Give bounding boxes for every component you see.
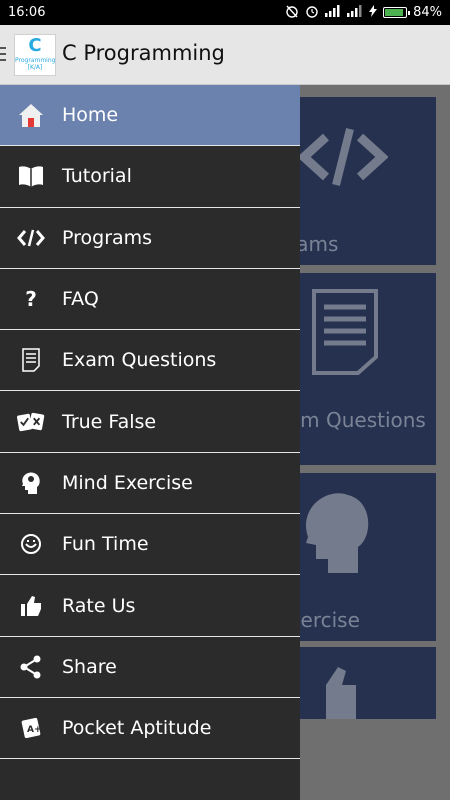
drawer-item-label: Share: [62, 655, 117, 678]
app-bar: C Programming [K/A] C Programming: [0, 25, 450, 85]
tile-label: Programs: [296, 232, 339, 256]
logo-caption-2: [K/A]: [27, 64, 43, 71]
drawer-item-label: Programs: [62, 226, 153, 249]
brain-tile-icon: [298, 487, 373, 581]
logo-caption: Programming: [15, 57, 56, 64]
document-tile-icon: [310, 287, 380, 381]
drawer-item-label: Rate Us: [62, 594, 136, 617]
drawer-item-exam-questions[interactable]: Exam Questions: [0, 330, 300, 392]
menu-icon[interactable]: [0, 47, 6, 65]
status-bar: 16:06 84%: [0, 0, 450, 25]
share-icon: [17, 653, 45, 681]
logo-letter: C: [28, 35, 42, 56]
drawer-item-label: Fun Time: [62, 533, 149, 556]
code-tile-icon: [297, 117, 389, 201]
tile-exam-questions[interactable]: University Exam Questions: [296, 273, 436, 465]
drawer-item-faq[interactable]: ? FAQ: [0, 269, 300, 331]
charging-icon: [369, 4, 378, 21]
code-icon: [17, 224, 45, 252]
tile-label: Mind Exercise: [296, 608, 360, 632]
alarm-clock-icon: [305, 4, 319, 22]
tile-mind-exercise[interactable]: Mind Exercise: [296, 473, 436, 641]
brain-icon: [17, 469, 45, 497]
signal-icon: [325, 4, 341, 21]
tile-rate-us[interactable]: [296, 647, 436, 719]
drawer-item-home[interactable]: Home: [0, 85, 300, 147]
drawer-item-pocket-aptitude[interactable]: A+ Pocket Aptitude: [0, 698, 300, 760]
drawer-item-label: FAQ: [62, 288, 99, 311]
app-title: C Programming: [62, 41, 225, 65]
home-icon: [17, 101, 45, 129]
status-time: 16:06: [8, 5, 46, 20]
battery-percent: 84%: [413, 5, 442, 20]
battery-icon: [383, 7, 411, 18]
drawer-item-label: Pocket Aptitude: [62, 717, 212, 740]
tile-programs[interactable]: Programs: [296, 97, 436, 265]
alarm-off-icon: [285, 4, 299, 22]
drawer-item-label: Exam Questions: [62, 349, 217, 372]
tile-label: University Exam Questions: [296, 408, 426, 432]
drawer-item-label: True False: [62, 410, 157, 433]
drawer-item-programs[interactable]: Programs: [0, 208, 300, 269]
drawer-item-label: Mind Exercise: [62, 471, 193, 494]
status-icons: 84%: [285, 4, 442, 22]
book-icon: [17, 162, 45, 190]
document-icon: [17, 346, 45, 374]
drawer-item-label: Home: [62, 104, 119, 127]
thumbs-up-tile-icon: [306, 667, 356, 719]
signal-icon-2: [347, 4, 363, 21]
drawer-item-label: Tutorial: [62, 165, 132, 188]
question-icon: ?: [25, 287, 37, 312]
drawer-item-mind-exercise[interactable]: Mind Exercise: [0, 453, 300, 515]
thumbs-up-icon: [17, 592, 45, 620]
navigation-drawer: Home Tutorial Programs ? FAQ Exam Questi…: [0, 85, 300, 800]
true-false-icon: [17, 408, 45, 436]
drawer-item-true-false[interactable]: True False: [0, 391, 300, 453]
svg-text:A+: A+: [27, 725, 42, 735]
app-logo: C Programming [K/A]: [14, 34, 56, 76]
drawer-item-fun-time[interactable]: Fun Time: [0, 514, 300, 576]
drawer-item-share[interactable]: Share: [0, 637, 300, 698]
smiley-icon: [17, 530, 45, 558]
aptitude-icon: A+: [17, 714, 45, 742]
drawer-item-tutorial[interactable]: Tutorial: [0, 146, 300, 208]
drawer-item-rate-us[interactable]: Rate Us: [0, 575, 300, 637]
